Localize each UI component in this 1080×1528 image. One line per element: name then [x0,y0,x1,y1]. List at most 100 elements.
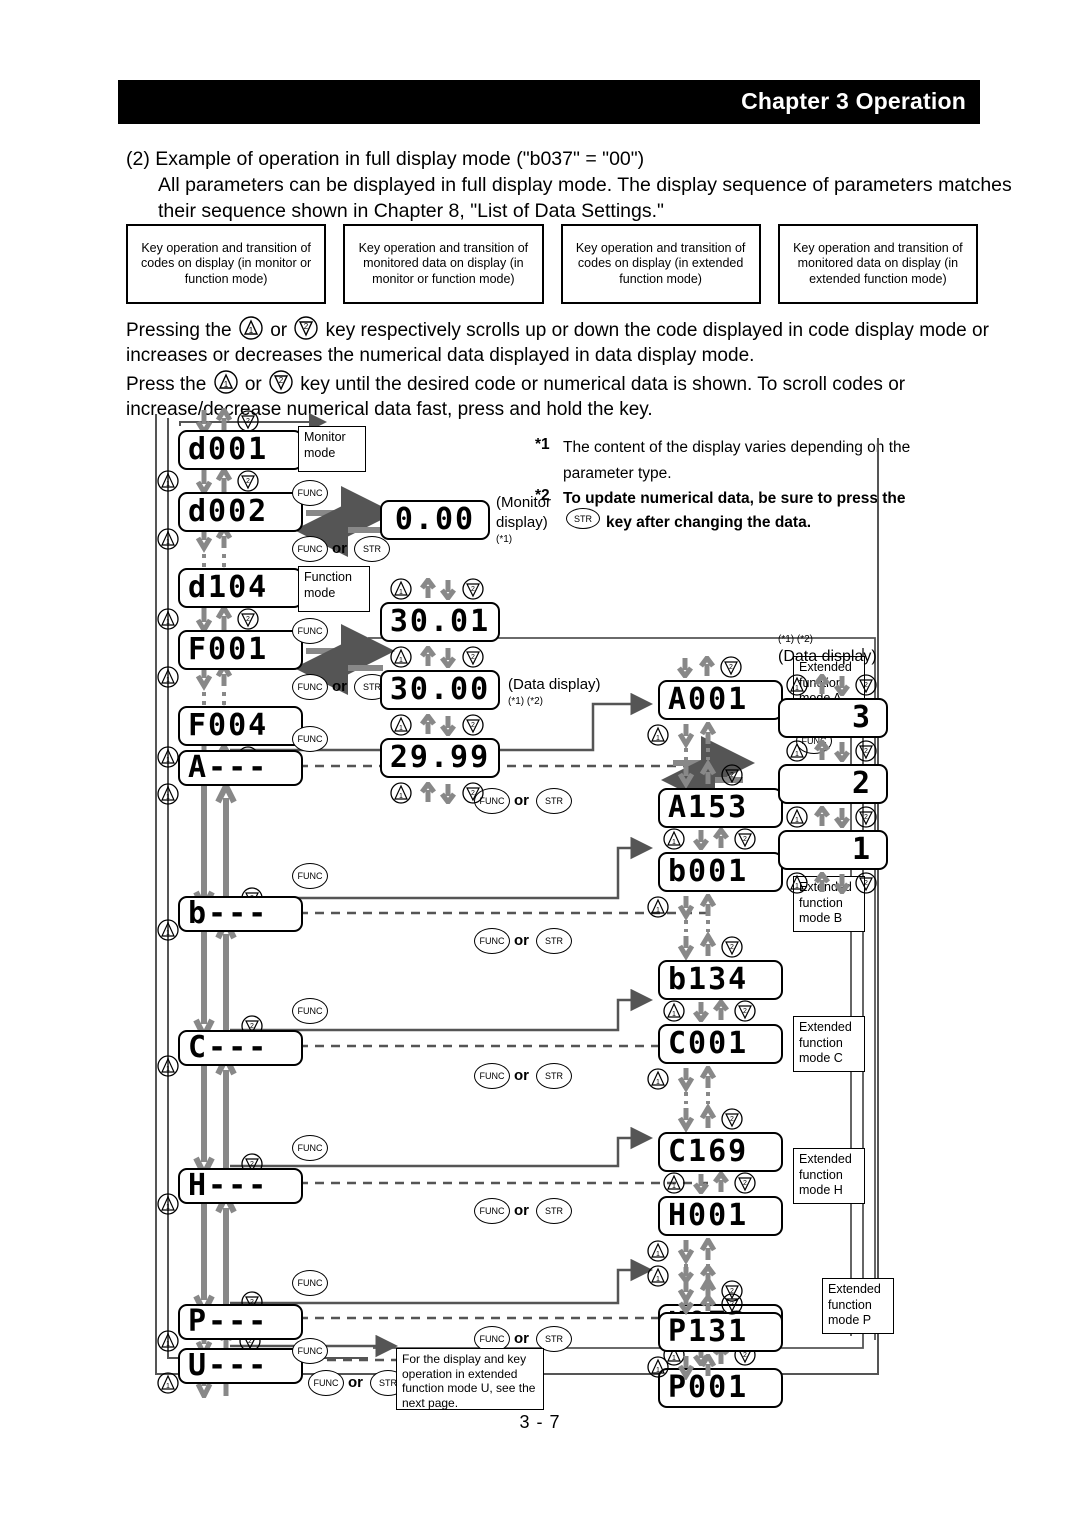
svg-text:1: 1 [166,1383,170,1390]
func-key-monitor[interactable]: FUNC [292,480,328,506]
svg-text:2: 2 [246,478,250,485]
func-key-function-return[interactable]: FUNC [292,674,328,700]
func-key-ext-b-return[interactable]: FUNC [474,928,510,954]
func-key-F004[interactable]: FUNC [292,726,328,752]
lcd-data-right-1: 1 [778,830,888,870]
legend-box-3: Key operation and transition of codes on… [560,224,761,304]
svg-text:1: 1 [795,817,799,824]
lcd-code-C169: C169 [658,1132,783,1172]
str-key-ext-b-return[interactable]: STR [536,928,572,954]
page-title: Chapter 3 Operation [741,88,966,114]
or-label-ext-C: or [514,1067,529,1084]
svg-text:2: 2 [279,376,284,385]
svg-text:1: 1 [166,757,170,764]
svg-text:1: 1 [656,907,660,914]
or-label-ext-b: or [514,932,529,949]
up-key-icon: 1 [237,316,265,342]
func-key-ext-H-return[interactable]: FUNC [474,1198,510,1224]
svg-text:1: 1 [249,326,254,335]
paragraph-text-3b: key until the desired code or numerical … [300,374,906,395]
svg-text:2: 2 [471,722,475,729]
or-label-ext-P: or [514,1330,529,1347]
lcd-data-29-99: 29.99 [380,738,500,778]
func-key-group-P[interactable]: FUNC [292,1338,328,1364]
svg-text:2: 2 [864,814,868,821]
svg-text:2: 2 [730,944,734,951]
lcd-group-A: A--- [178,750,303,786]
svg-text:2: 2 [304,322,309,331]
str-key-ext-H-return[interactable]: STR [536,1198,572,1224]
svg-text:2: 2 [743,1008,747,1015]
svg-text:1: 1 [795,751,799,758]
lcd-code-A153: A153 [658,788,783,828]
legend-box-2: Key operation and transition of monitore… [343,224,544,304]
svg-text:2: 2 [864,748,868,755]
str-key-monitor-return[interactable]: STR [354,536,390,562]
or-label-monitor: or [332,540,347,557]
func-key-group-b[interactable]: FUNC [292,998,328,1024]
func-key-group-C[interactable]: FUNC [292,1135,328,1161]
note-monitor-mode: Monitor mode [298,426,366,472]
page-number: 3 - 7 [519,1412,561,1432]
legend-box-4: Key operation and transition of monitore… [777,224,978,304]
svg-text:1: 1 [399,725,403,732]
svg-text:1: 1 [399,589,403,596]
svg-text:2: 2 [864,880,868,887]
intro-line-2: All parameters can be displayed in full … [158,174,1012,196]
svg-text:1: 1 [166,794,170,801]
svg-text:1: 1 [656,1276,660,1283]
svg-text:2: 2 [246,616,250,623]
or-label-U: or [348,1374,363,1391]
label-monitor-display-1: (Monitor [496,494,552,511]
paragraph-line-1: Pressing the 1 or 2 key respectively scr… [126,316,996,343]
svg-text:2: 2 [743,1180,747,1187]
svg-text:1: 1 [795,685,799,692]
str-key-ext-A-return[interactable]: STR [536,788,572,814]
svg-text:1: 1 [166,1066,170,1073]
note-ext-mode-C: Extended function mode C [793,1016,865,1072]
lcd-code-b134: b134 [658,960,783,1000]
func-key-ext-C-return[interactable]: FUNC [474,1063,510,1089]
svg-text:1: 1 [166,677,170,684]
func-key-monitor-return[interactable]: FUNC [292,536,328,562]
label-data-display-right-sup: (*1) (*2) [778,634,814,645]
svg-text:1: 1 [223,380,228,389]
note-mode-U: For the display and key operation in ext… [396,1348,544,1410]
up-key-icon-2: 1 [212,370,240,396]
or-label-ext-H: or [514,1202,529,1219]
func-key-group-H[interactable]: FUNC [292,1270,328,1296]
arrow-pair-ext-P-bottom: 1 [646,1351,758,1385]
svg-text:1: 1 [399,657,403,664]
arrow-pair-ext-P-mid: 1 2 [646,1262,758,1320]
lcd-code-d104: d104 [178,568,303,608]
svg-text:2: 2 [250,1161,254,1168]
note-ext-mode-H: Extended function mode H [793,1148,865,1204]
lcd-code-A001: A001 [658,680,783,720]
svg-text:1: 1 [166,930,170,937]
label-data-display-right: (Data display) [778,648,877,665]
svg-text:1: 1 [656,735,660,742]
label-monitor-display-2: display) [496,514,548,531]
lcd-monitor-value: 0.00 [380,500,490,540]
lcd-code-F004: F004 [178,706,303,746]
svg-text:1: 1 [656,1079,660,1086]
func-key-U-return[interactable]: FUNC [308,1370,344,1396]
svg-text:2: 2 [730,1116,734,1123]
paragraph-line-3: Press the 1 or 2 key until the desired c… [126,370,996,397]
svg-text:1: 1 [166,539,170,546]
lcd-data-right-3: 3 [778,698,888,738]
chapter-header-bar: Chapter 3 Operation [118,80,980,124]
svg-text:1: 1 [795,883,799,890]
func-key-function[interactable]: FUNC [292,618,328,644]
lcd-data-30-01: 30.01 [380,602,500,642]
svg-text:1: 1 [672,839,676,846]
str-key-ext-C-return[interactable]: STR [536,1063,572,1089]
paragraph-or-2: or [244,374,262,395]
lcd-code-C001: C001 [658,1024,783,1064]
or-label-ext-A: or [514,792,529,809]
lcd-group-C: C--- [178,1030,303,1066]
func-key-group-A[interactable]: FUNC [292,863,328,889]
lcd-data-right-2: 2 [778,764,888,804]
down-key-icon: 2 [292,316,320,342]
lcd-code-d002: d002 [178,492,303,532]
